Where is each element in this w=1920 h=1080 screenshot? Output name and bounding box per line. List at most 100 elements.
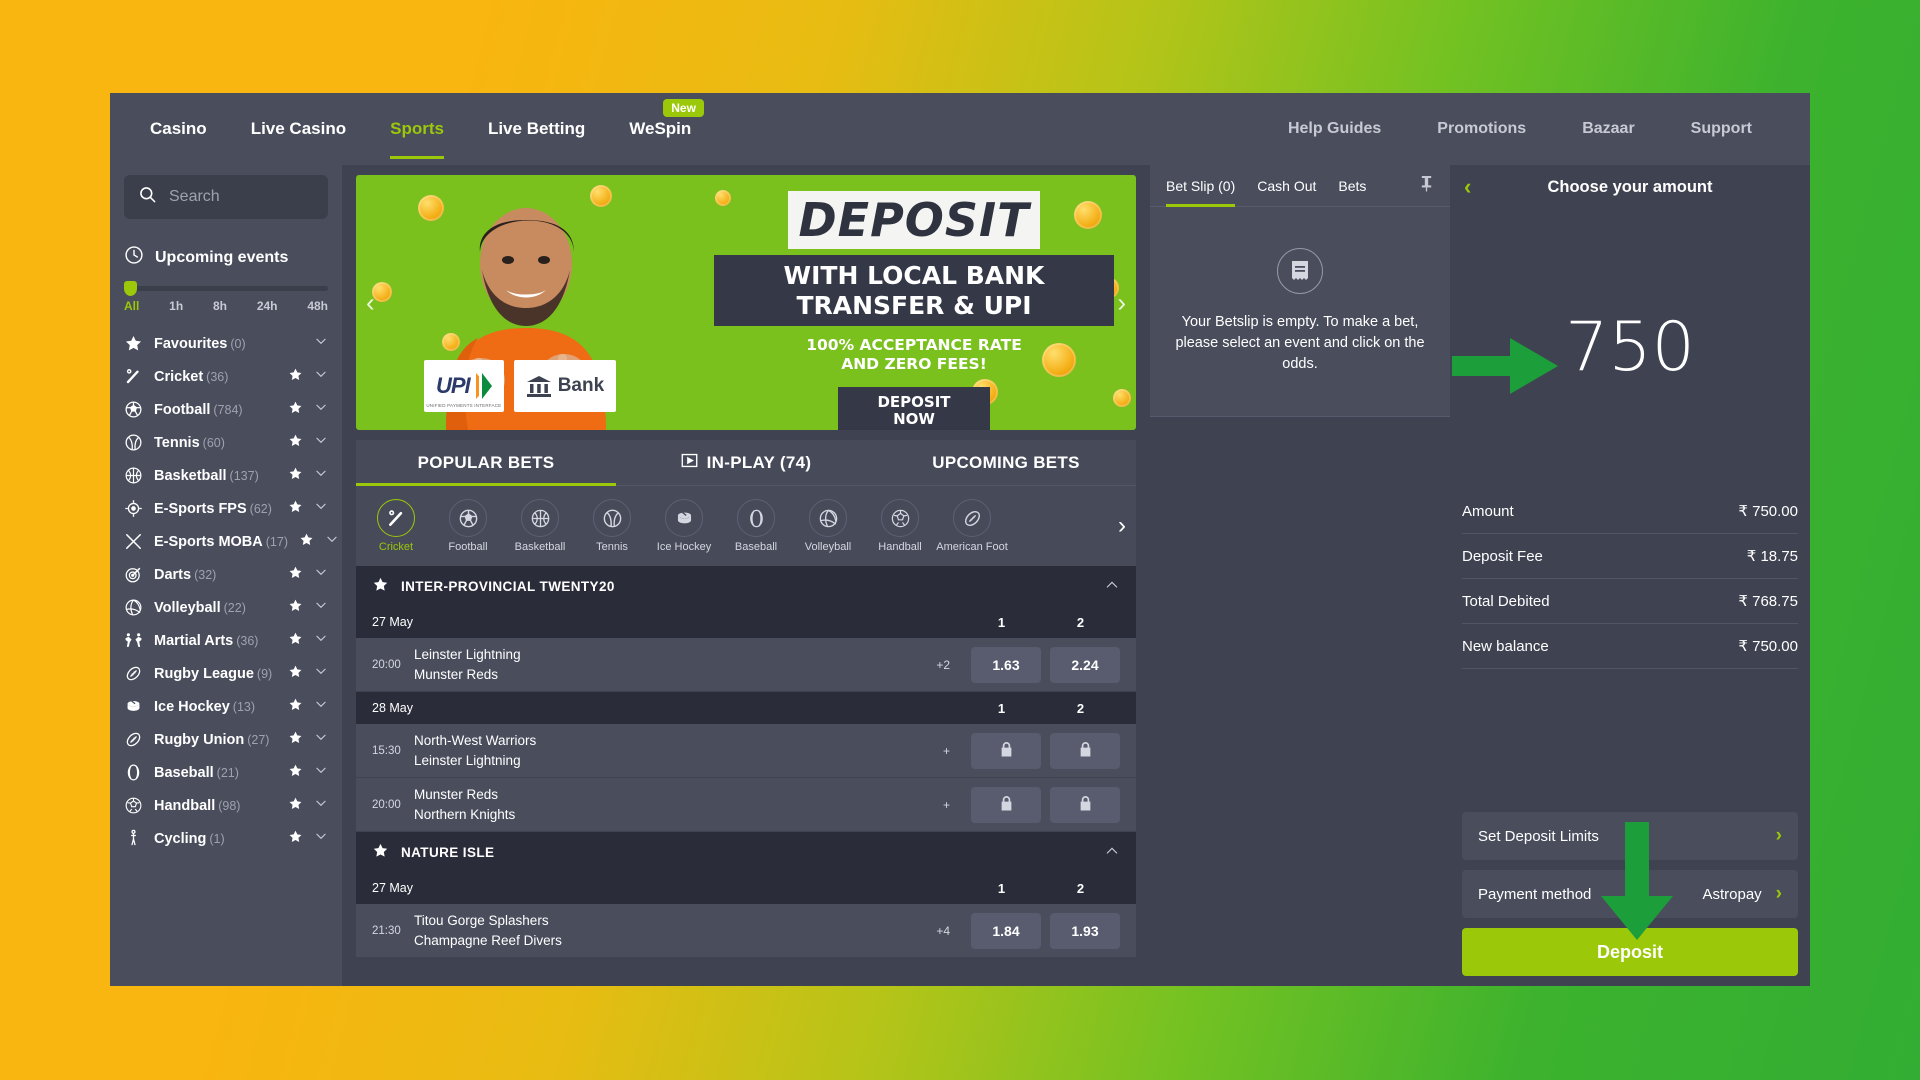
betslip-tab-bet-slip[interactable]: Bet Slip (0) bbox=[1166, 165, 1236, 207]
time-filter-8h[interactable]: 8h bbox=[213, 299, 227, 313]
chevron-up-icon[interactable] bbox=[1104, 843, 1120, 862]
chevron-down-icon[interactable] bbox=[314, 829, 328, 848]
favourite-star-icon[interactable] bbox=[288, 367, 303, 387]
odds-button-1[interactable]: 1.63 bbox=[971, 646, 1041, 683]
favourite-star-icon[interactable] bbox=[288, 697, 303, 717]
favourite-star-icon[interactable] bbox=[288, 763, 303, 783]
sidebar-item-cycling[interactable]: Cycling (1) bbox=[124, 822, 328, 855]
nav-item-promotions[interactable]: Promotions bbox=[1409, 93, 1554, 165]
chevron-down-icon[interactable] bbox=[314, 367, 328, 386]
chevron-down-icon[interactable] bbox=[314, 433, 328, 452]
sidebar-item-e-sports-fps[interactable]: E-Sports FPS (62) bbox=[124, 492, 328, 525]
match-row[interactable]: 20:00 Leinster Lightning Munster Reds +2 1.6… bbox=[356, 638, 1136, 692]
chevron-down-icon[interactable] bbox=[314, 598, 328, 617]
sidebar-item-baseball[interactable]: Baseball (21) bbox=[124, 756, 328, 789]
match-row[interactable]: 15:30 North-West Warriors Leinster Lightni… bbox=[356, 724, 1136, 778]
search-input[interactable] bbox=[169, 188, 314, 206]
sport-chip-ice-hockey[interactable]: Ice Hockey bbox=[648, 499, 720, 553]
sport-chip-handball[interactable]: Handball bbox=[864, 499, 936, 553]
odds-button-2[interactable] bbox=[1050, 732, 1120, 769]
slider-knob[interactable] bbox=[124, 281, 137, 296]
sidebar-item-handball[interactable]: Handball (98) bbox=[124, 789, 328, 822]
deposit-submit-button[interactable]: Deposit bbox=[1462, 928, 1798, 976]
nav-item-support[interactable]: Support bbox=[1663, 93, 1780, 165]
promo-banner[interactable]: DEPOSIT WITH LOCAL BANK TRANSFER & UPI 1… bbox=[356, 175, 1136, 430]
favourite-star-icon[interactable] bbox=[288, 796, 303, 816]
payment-method-button[interactable]: Payment method Astropay › bbox=[1462, 870, 1798, 918]
league-header[interactable]: NATURE ISLE bbox=[356, 832, 1136, 872]
chevron-down-icon[interactable] bbox=[314, 631, 328, 650]
nav-item-bazaar[interactable]: Bazaar bbox=[1554, 93, 1662, 165]
sport-chip-baseball[interactable]: Baseball bbox=[720, 499, 792, 553]
tab-popular-bets[interactable]: POPULAR BETS bbox=[356, 440, 616, 486]
banner-deposit-now-button[interactable]: DEPOSIT NOW bbox=[838, 386, 990, 430]
betslip-tab-bets[interactable]: Bets bbox=[1338, 165, 1366, 207]
time-filter-slider[interactable]: All 1h 8h 24h 48h bbox=[124, 281, 328, 313]
nav-item-wespin[interactable]: WeSpin New bbox=[607, 93, 713, 165]
favourite-star-icon[interactable] bbox=[288, 499, 303, 519]
favourite-star-icon[interactable] bbox=[288, 433, 303, 453]
pin-icon[interactable] bbox=[1419, 175, 1434, 196]
tab-upcoming-bets[interactable]: UPCOMING BETS bbox=[876, 440, 1136, 485]
match-row[interactable]: 20:00 Munster Reds Northern Knights + bbox=[356, 778, 1136, 832]
favourite-star-icon[interactable] bbox=[288, 664, 303, 684]
sport-chip-basketball[interactable]: Basketball bbox=[504, 499, 576, 553]
sport-chip-american-foot[interactable]: American Foot bbox=[936, 499, 1008, 553]
sport-chip-volleyball[interactable]: Volleyball bbox=[792, 499, 864, 553]
league-star-icon[interactable] bbox=[372, 576, 389, 596]
sidebar-item-ice-hockey[interactable]: Ice Hockey (13) bbox=[124, 690, 328, 723]
favourite-star-icon[interactable] bbox=[288, 400, 303, 420]
sidebar-item-basketball[interactable]: Basketball (137) bbox=[124, 459, 328, 492]
chevron-down-icon[interactable] bbox=[314, 730, 328, 749]
chevron-down-icon[interactable] bbox=[314, 466, 328, 485]
betslip-tab-cash-out[interactable]: Cash Out bbox=[1257, 165, 1316, 207]
nav-item-sports[interactable]: Sports bbox=[368, 93, 466, 165]
chevron-left-icon[interactable]: ‹ bbox=[1464, 174, 1471, 200]
chevron-down-icon[interactable] bbox=[314, 565, 328, 584]
banner-next-button[interactable]: › bbox=[1117, 287, 1126, 318]
time-filter-All[interactable]: All bbox=[124, 299, 139, 313]
nav-item-help-guides[interactable]: Help Guides bbox=[1260, 93, 1409, 165]
odds-button-2[interactable]: 2.24 bbox=[1050, 646, 1120, 683]
favourite-star-icon[interactable] bbox=[288, 730, 303, 750]
sidebar-item-favourites[interactable]: Favourites (0) bbox=[124, 327, 328, 360]
odds-button-1[interactable]: 1.84 bbox=[971, 912, 1041, 949]
favourite-star-icon[interactable] bbox=[288, 598, 303, 618]
chevron-down-icon[interactable] bbox=[314, 796, 328, 815]
sidebar-item-football[interactable]: Football (784) bbox=[124, 393, 328, 426]
chevron-down-icon[interactable] bbox=[314, 763, 328, 782]
nav-item-live-casino[interactable]: Live Casino bbox=[229, 93, 368, 165]
sidebar-item-rugby-league[interactable]: Rugby League (9) bbox=[124, 657, 328, 690]
sidebar-item-e-sports-moba[interactable]: E-Sports MOBA (17) bbox=[124, 525, 337, 558]
sidebar-item-rugby-union[interactable]: Rugby Union (27) bbox=[124, 723, 328, 756]
league-star-icon[interactable] bbox=[372, 842, 389, 862]
banner-prev-button[interactable]: ‹ bbox=[366, 287, 375, 318]
time-filter-1h[interactable]: 1h bbox=[169, 299, 183, 313]
sidebar-item-tennis[interactable]: Tennis (60) bbox=[124, 426, 328, 459]
odds-button-1[interactable] bbox=[971, 786, 1041, 823]
favourite-star-icon[interactable] bbox=[288, 466, 303, 486]
chevron-down-icon[interactable] bbox=[325, 532, 339, 551]
league-header[interactable]: INTER-PROVINCIAL TWENTY20 bbox=[356, 566, 1136, 606]
tab-in-play[interactable]: IN-PLAY (74) bbox=[616, 440, 876, 485]
sidebar-item-cricket[interactable]: Cricket (36) bbox=[124, 360, 328, 393]
chevron-up-icon[interactable] bbox=[1104, 577, 1120, 596]
favourite-star-icon[interactable] bbox=[288, 829, 303, 849]
set-deposit-limits-button[interactable]: Set Deposit Limits › bbox=[1462, 812, 1798, 860]
favourite-star-icon[interactable] bbox=[288, 631, 303, 651]
chevron-down-icon[interactable] bbox=[314, 697, 328, 716]
sidebar-item-darts[interactable]: Darts (32) bbox=[124, 558, 328, 591]
slider-track[interactable] bbox=[124, 286, 328, 291]
sidebar-item-martial-arts[interactable]: Martial Arts (36) bbox=[124, 624, 328, 657]
search-box[interactable] bbox=[124, 175, 328, 219]
favourite-star-icon[interactable] bbox=[299, 532, 314, 552]
chevron-down-icon[interactable] bbox=[314, 499, 328, 518]
deposit-amount-display[interactable]: 750 bbox=[1462, 209, 1798, 485]
odds-button-2[interactable] bbox=[1050, 786, 1120, 823]
sport-chip-tennis[interactable]: Tennis bbox=[576, 499, 648, 553]
odds-button-1[interactable] bbox=[971, 732, 1041, 769]
sidebar-item-volleyball[interactable]: Volleyball (22) bbox=[124, 591, 328, 624]
sport-chip-cricket[interactable]: Cricket bbox=[360, 499, 432, 553]
time-filter-24h[interactable]: 24h bbox=[257, 299, 278, 313]
sport-strip-next-button[interactable]: › bbox=[1110, 486, 1134, 566]
